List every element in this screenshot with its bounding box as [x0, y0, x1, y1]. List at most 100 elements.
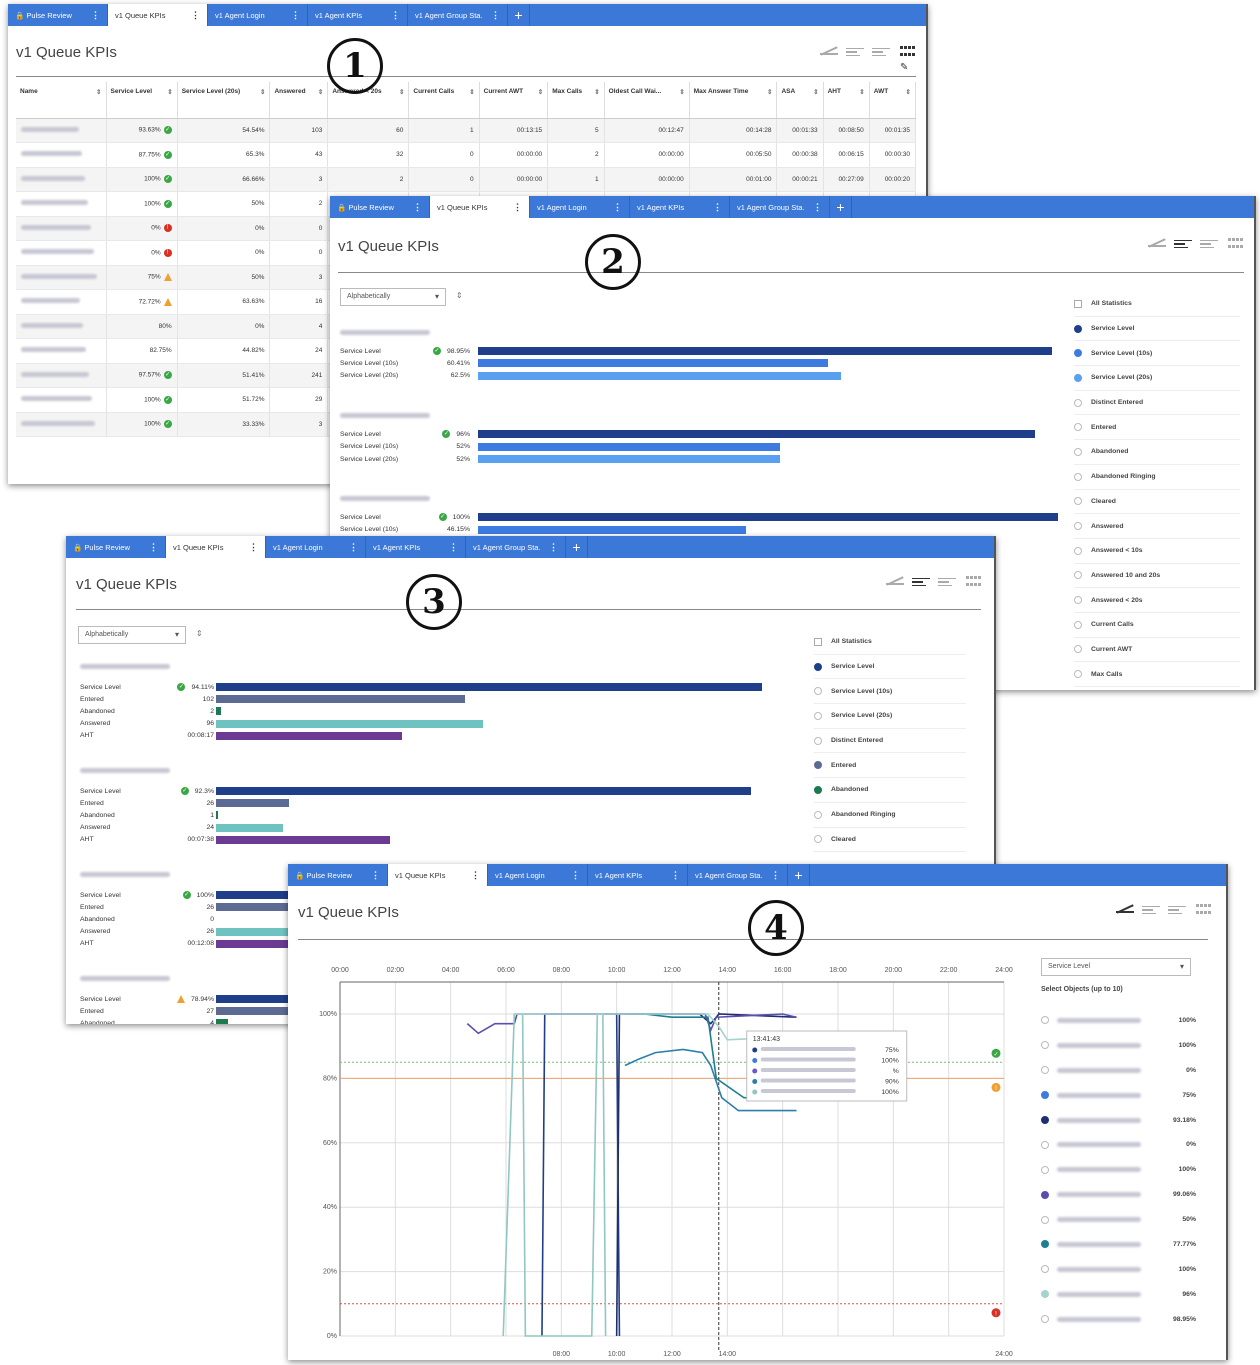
sort-icon[interactable]: ⇕	[318, 88, 323, 96]
legend-item[interactable]: Service Level (20s)	[814, 704, 966, 729]
column-header[interactable]: AWT ⇕	[869, 82, 917, 119]
metric-bar[interactable]	[216, 1019, 228, 1024]
grid-view-icon[interactable]	[898, 46, 916, 58]
legend-item[interactable]: Cleared	[814, 828, 966, 853]
compact-bar-view-icon[interactable]	[872, 46, 890, 58]
grid-view-icon[interactable]	[964, 576, 982, 588]
metric-select[interactable]: Service Level	[1041, 958, 1191, 976]
metric-bar[interactable]	[216, 787, 752, 795]
object-select-radio[interactable]	[1041, 1091, 1049, 1100]
tab-v1-agent-group-sta[interactable]: v1 Agent Group Sta. ⋮	[408, 4, 508, 26]
tab-pulse-review[interactable]: 🔒 Pulse Review ⋮	[66, 536, 166, 558]
bar-view-icon[interactable]	[1174, 238, 1192, 250]
tab-v1-queue-kpis[interactable]: v1 Queue KPIs ⋮	[166, 536, 266, 558]
tab-menu-icon[interactable]: ⋮	[349, 542, 358, 553]
metric-bar[interactable]	[216, 1007, 292, 1016]
legend-item[interactable]: Current AWT	[1074, 638, 1240, 663]
object-item[interactable]: 75%	[1041, 1083, 1196, 1108]
table-row[interactable]: 87.75% ✓ 65.3% 43 32 0 00:00:00 2 00:00:00 00:05:…	[16, 142, 917, 168]
tab-menu-icon[interactable]: ⋮	[549, 542, 558, 553]
object-select-radio[interactable]	[1041, 1066, 1049, 1075]
tab-v1-agent-group-sta[interactable]: v1 Agent Group Sta. ⋮	[466, 536, 566, 558]
object-item[interactable]: 100%	[1041, 1257, 1196, 1282]
tab-v1-agent-login[interactable]: v1 Agent Login ⋮	[208, 4, 308, 26]
edit-icon[interactable]: ✎	[900, 62, 908, 73]
tab-menu-icon[interactable]: ⋮	[413, 202, 422, 213]
object-select-radio[interactable]	[1041, 1116, 1049, 1124]
sort-icon[interactable]: ⇕	[96, 88, 101, 96]
legend-item[interactable]: Max Calls	[1074, 662, 1240, 687]
object-select-radio[interactable]	[1041, 1240, 1049, 1249]
legend-item[interactable]: Service Level (20s)	[1074, 366, 1240, 391]
tab-menu-icon[interactable]: ⋮	[449, 542, 458, 553]
tab-menu-icon[interactable]: ⋮	[613, 202, 622, 213]
tab-menu-icon[interactable]: ⋮	[513, 202, 522, 213]
object-item[interactable]: 93.18%	[1041, 1108, 1196, 1133]
legend-item[interactable]: Entered	[814, 753, 966, 779]
column-header[interactable]: Oldest Call Wai... ⇕	[604, 82, 690, 119]
line-view-icon[interactable]	[820, 45, 838, 58]
object-item[interactable]: 50%	[1041, 1207, 1196, 1232]
tab-pulse-review[interactable]: 🔒 Pulse Review ⋮	[330, 196, 430, 218]
tab-v1-queue-kpis[interactable]: v1 Queue KPIs ⋮	[430, 196, 530, 218]
tab-v1-agent-kpis[interactable]: v1 Agent KPIs ⋮	[630, 196, 730, 218]
object-item[interactable]: 77.77%	[1041, 1232, 1196, 1257]
object-item[interactable]: 98.95%	[1041, 1307, 1196, 1332]
tab-v1-agent-kpis[interactable]: v1 Agent KPIs ⋮	[366, 536, 466, 558]
legend-item[interactable]: Cleared	[1074, 490, 1240, 515]
legend-item[interactable]: Abandoned Ringing	[814, 803, 966, 828]
tab-menu-icon[interactable]: ⋮	[191, 10, 200, 21]
column-header[interactable]: ASA ⇕	[776, 82, 824, 119]
sort-direction-icon[interactable]: ⇕	[456, 291, 463, 300]
add-tab-button[interactable]: +	[566, 536, 588, 558]
object-select-radio[interactable]	[1041, 1165, 1049, 1174]
grid-view-icon[interactable]	[1226, 238, 1244, 250]
object-item[interactable]: 0%	[1041, 1132, 1196, 1157]
column-header[interactable]: AHT ⇕	[823, 82, 870, 119]
tab-v1-agent-kpis[interactable]: v1 Agent KPIs ⋮	[308, 4, 408, 26]
add-tab-button[interactable]: +	[508, 4, 530, 26]
compact-bar-view-icon[interactable]	[938, 576, 956, 588]
metric-bar[interactable]	[478, 371, 841, 380]
object-select-radio[interactable]	[1041, 1315, 1049, 1324]
tab-menu-icon[interactable]: ⋮	[813, 202, 822, 213]
legend-item[interactable]: Distinct Entered	[814, 729, 966, 754]
object-item[interactable]: 0%	[1041, 1058, 1196, 1083]
legend-item[interactable]: Entered	[1074, 415, 1240, 441]
tab-v1-agent-group-sta[interactable]: v1 Agent Group Sta. ⋮	[730, 196, 830, 218]
metric-bar[interactable]	[216, 903, 289, 912]
tab-v1-agent-login[interactable]: v1 Agent Login ⋮	[266, 536, 366, 558]
sort-icon[interactable]: ⇕	[906, 88, 911, 96]
sort-select[interactable]: Alphabetically	[78, 626, 186, 644]
object-item[interactable]: 96%	[1041, 1282, 1196, 1307]
legend-item[interactable]: Service Level (10s)	[814, 679, 966, 705]
compact-bar-view-icon[interactable]	[1200, 238, 1218, 250]
sort-direction-icon[interactable]: ⇕	[196, 629, 203, 638]
legend-item[interactable]: Service Level	[1074, 317, 1240, 342]
bar-view-icon[interactable]	[912, 576, 930, 588]
column-header[interactable]: Current Calls ⇕	[408, 82, 480, 119]
metric-bar[interactable]	[478, 513, 1058, 522]
object-select-radio[interactable]	[1041, 1190, 1049, 1199]
add-tab-button[interactable]: +	[830, 196, 852, 218]
metric-bar[interactable]	[478, 430, 1035, 439]
column-header[interactable]: Answered ⇕	[269, 82, 329, 119]
legend-item[interactable]: Answered < 10s	[1074, 539, 1240, 564]
object-item[interactable]: 100%	[1041, 1008, 1196, 1033]
metric-bar[interactable]	[478, 347, 1053, 355]
legend-item[interactable]: Answered	[1074, 514, 1240, 539]
line-view-icon[interactable]	[886, 575, 904, 588]
metric-bar[interactable]	[478, 525, 746, 534]
line-view-icon[interactable]	[1116, 903, 1134, 916]
bar-view-icon[interactable]	[1142, 904, 1160, 916]
sort-icon[interactable]: ⇕	[469, 88, 474, 96]
sort-icon[interactable]: ⇕	[679, 88, 684, 96]
sort-icon[interactable]: ⇕	[813, 88, 818, 96]
metric-bar[interactable]	[216, 683, 762, 691]
column-header[interactable]: Name ⇕	[16, 82, 107, 119]
all-statistics-checkbox[interactable]: All Statistics	[1074, 292, 1240, 317]
legend-item[interactable]: Abandoned	[1074, 440, 1240, 465]
metric-bar[interactable]	[216, 927, 289, 936]
metric-bar[interactable]	[216, 731, 402, 740]
object-select-radio[interactable]	[1041, 1140, 1049, 1149]
